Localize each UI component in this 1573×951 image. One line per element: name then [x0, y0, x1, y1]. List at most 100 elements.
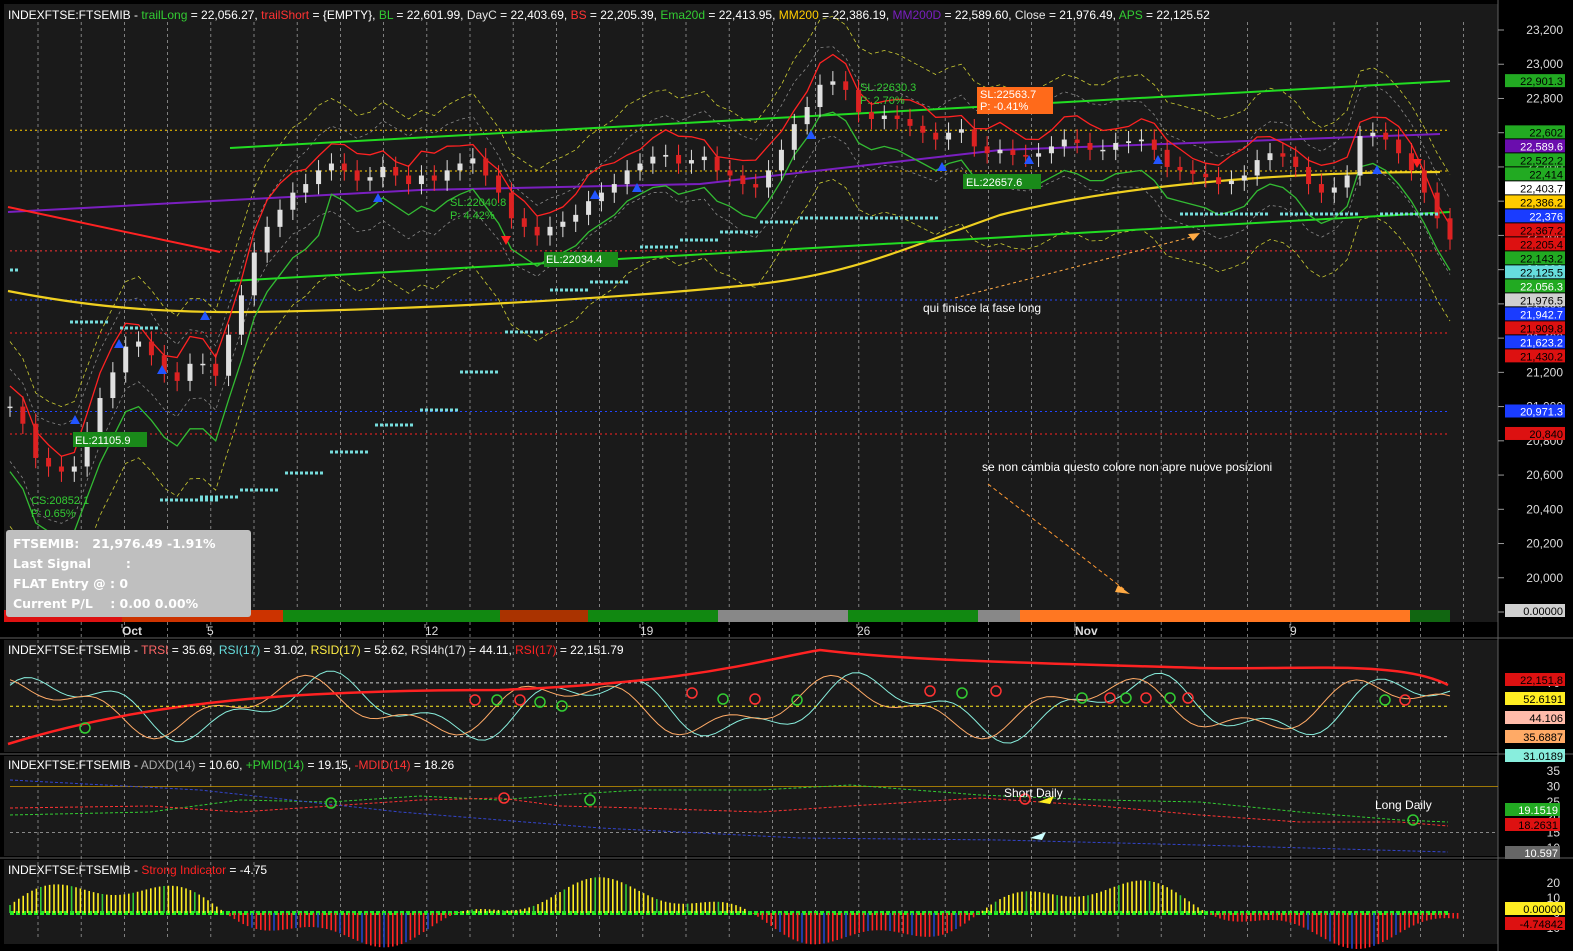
- regime-segment: [848, 610, 978, 622]
- header-value: = 22,601.99,: [393, 8, 467, 22]
- header-label: RSI4h(17): [411, 643, 466, 657]
- price-label: 22,376: [1529, 211, 1563, 223]
- candle-body: [97, 398, 103, 433]
- regime-segment: [978, 610, 1020, 622]
- candle-body: [1061, 139, 1067, 147]
- candle-body: [264, 226, 270, 253]
- candle-body: [817, 84, 823, 108]
- candle-body: [406, 175, 412, 185]
- candle-body: [1087, 142, 1093, 150]
- candle-body: [958, 129, 964, 133]
- header-label: Close: [1015, 8, 1046, 22]
- x-tick-label: 5: [207, 624, 214, 638]
- candle-body: [701, 156, 707, 161]
- candle-body: [226, 334, 232, 376]
- candle-body: [1228, 180, 1234, 185]
- x-tick-label: 12: [425, 624, 439, 638]
- candle-body: [1318, 184, 1324, 193]
- header-value: = 10.60,: [195, 758, 245, 772]
- candle-body: [1421, 170, 1427, 193]
- annotation-cs: CS:20852.1: [31, 495, 89, 507]
- header-label: trailShort: [261, 8, 310, 22]
- candle-body: [1151, 139, 1157, 150]
- rsi-label: 22,151.8: [1520, 675, 1563, 687]
- adx-label: 10.597: [1524, 848, 1558, 860]
- annotation-p-4: P: -0.41%: [980, 101, 1029, 113]
- tick-label: 23,200: [1526, 23, 1563, 37]
- short-daily-label: Short Daily: [1004, 786, 1063, 800]
- candle-body: [1447, 218, 1453, 240]
- candle-body: [560, 221, 566, 227]
- header-label: BS: [571, 8, 587, 22]
- tick-label: 20,600: [1526, 468, 1563, 482]
- main-header: INDEXFTSE:FTSEMIB - trailLong = 22,056.2…: [8, 8, 1210, 22]
- candle-body: [496, 175, 502, 193]
- candle-body: [534, 226, 540, 236]
- adx-header: INDEXFTSE:FTSEMIB - ADXD(14) = 10.60, +P…: [8, 758, 455, 772]
- price-label: 21,430.2: [1520, 351, 1563, 363]
- header-value: = 35.69,: [168, 643, 218, 657]
- x-tick-label: 9: [1290, 624, 1297, 638]
- annotation-sl-3: SL:22563.7: [980, 89, 1036, 101]
- tick-label: 22,800: [1526, 91, 1563, 105]
- x-tick-label: 19: [640, 624, 654, 638]
- adx-label: 19.1519: [1518, 805, 1558, 817]
- annotation-p-1: P: 0.65%: [31, 508, 76, 520]
- header-value: = 22,151.79: [556, 643, 623, 657]
- candle-body: [328, 163, 334, 171]
- x-axis: Oct 5 12 19 26 Nov 9: [121, 624, 1297, 638]
- price-label: 22,414: [1529, 169, 1563, 181]
- info-box: FTSEMIB: 21,976.49 -1.91% Last Signal : …: [6, 530, 251, 617]
- candle-body: [740, 175, 746, 185]
- adx-tick-label: 35: [1547, 764, 1561, 778]
- candle-body: [200, 363, 206, 366]
- candle-body: [7, 406, 13, 409]
- candle-body: [418, 175, 424, 185]
- header-value: = {EMPTY},: [309, 8, 379, 22]
- note-long-phase-end: qui finisce la fase long: [923, 301, 1041, 315]
- candle-body: [1344, 175, 1350, 188]
- candle-body: [1023, 154, 1029, 157]
- candle-body: [1280, 153, 1286, 157]
- header-label: RSID(17): [311, 643, 361, 657]
- info-line-signal: Last Signal :: [13, 556, 131, 571]
- candle-body: [187, 363, 193, 381]
- header-label: RSI(17): [515, 643, 556, 657]
- candle-body: [598, 192, 604, 202]
- candle-body: [444, 170, 450, 181]
- price-label: 22,522.2: [1520, 155, 1563, 167]
- candle-body: [123, 346, 129, 373]
- header-value: = 18.26: [410, 758, 454, 772]
- annotation-sl-2: SL:22630.3: [860, 82, 916, 94]
- price-label: 22,125.5: [1520, 267, 1563, 279]
- candle-body: [1036, 153, 1042, 157]
- price-label: 0.00000: [1523, 606, 1563, 618]
- header-value: = 22,056.27,: [187, 8, 261, 22]
- chart-svg: INDEXFTSE:FTSEMIB - trailLong = 22,056.2…: [0, 0, 1573, 951]
- candle-body: [1048, 146, 1054, 154]
- header-value: = -4.75: [226, 863, 267, 877]
- header-symbol: INDEXFTSE:FTSEMIB -: [8, 643, 141, 657]
- header-label: DayC: [467, 8, 497, 22]
- header-value: = 44.11,: [466, 643, 515, 657]
- candle-body: [1126, 141, 1132, 143]
- candle-body: [341, 163, 347, 171]
- rsi-label: 31.0189: [1523, 751, 1563, 763]
- price-label: 22,056.3: [1520, 281, 1563, 293]
- candle-body: [58, 466, 64, 472]
- rsi-header: INDEXFTSE:FTSEMIB - TRSI = 35.69, RSI(17…: [8, 643, 624, 657]
- price-label: 21,942.7: [1520, 309, 1563, 321]
- candle-body: [238, 295, 244, 335]
- annotation-el-3: EL:22657.6: [966, 177, 1022, 189]
- candle-body: [136, 341, 142, 347]
- candle-body: [624, 170, 630, 185]
- candle-body: [290, 192, 296, 210]
- candle-body: [881, 115, 887, 120]
- header-value: = 31.02,: [260, 643, 310, 657]
- candle-body: [174, 372, 180, 381]
- annotation-sl-1: SL:22040.8: [450, 197, 506, 209]
- adx-y-axis: 35302520151019.151918.263110.597: [1505, 764, 1560, 860]
- candle-body: [1357, 136, 1363, 176]
- header-label: +PMID(14): [246, 758, 304, 772]
- price-label: 22,143.2: [1520, 253, 1563, 265]
